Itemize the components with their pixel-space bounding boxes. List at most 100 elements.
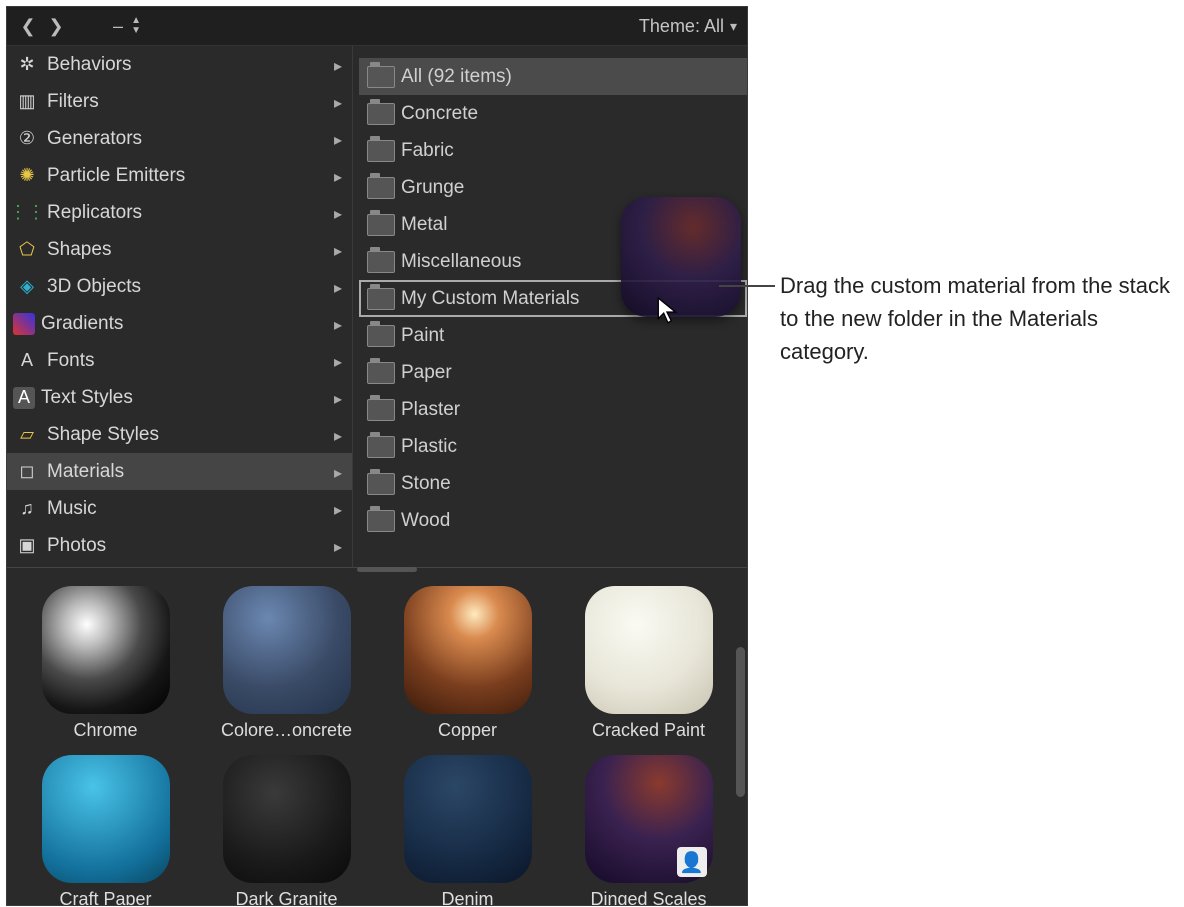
subfolder-label: Metal: [401, 214, 447, 236]
particle-icon: ✺: [13, 163, 41, 189]
material-cell-dark-granite[interactable]: Dark Granite: [206, 755, 367, 906]
category-item-3d-objects[interactable]: ◈3D Objects▸: [7, 268, 352, 305]
theme-dropdown[interactable]: Theme: All ▾: [639, 16, 737, 37]
category-item-particle-emitters[interactable]: ✺ Particle Emitters ▸: [7, 157, 352, 194]
material-label: Colore…oncrete: [221, 720, 352, 741]
material-cell-dinged-scales[interactable]: 👤 Dinged Scales: [568, 755, 729, 906]
category-item-fonts[interactable]: AFonts▸: [7, 342, 352, 379]
chevron-right-icon: ▸: [334, 241, 342, 261]
chevron-right-icon: ▸: [334, 463, 342, 483]
annotation-leader-line: [719, 285, 775, 287]
material-thumbnail: [404, 586, 532, 714]
folder-icon: [367, 103, 395, 125]
chevron-right-icon: ▸: [334, 167, 342, 187]
subfolder-item-paint[interactable]: Paint: [359, 317, 747, 354]
category-label: Replicators: [47, 202, 142, 224]
material-cell-craft-paper[interactable]: Craft Paper: [25, 755, 186, 906]
category-item-materials[interactable]: ◻ Materials ▸: [7, 453, 352, 490]
category-item-shapes[interactable]: ⬠ Shapes ▸: [7, 231, 352, 268]
material-label: Denim: [441, 889, 493, 906]
text-styles-icon: A: [13, 387, 35, 409]
category-column: ✲Behaviors▸ ▥Filters▸ ②Generators▸ ✺Part…: [7, 46, 353, 567]
material-thumbnail: 👤: [585, 755, 713, 883]
chevron-right-icon: ▸: [334, 93, 342, 113]
category-item-generators[interactable]: ②Generators▸: [7, 120, 352, 157]
folder-icon: [367, 436, 395, 458]
music-icon: ♫: [13, 496, 41, 522]
materials-icon: ◻: [13, 459, 41, 485]
material-thumbnail: [585, 586, 713, 714]
material-thumbnail: [42, 586, 170, 714]
subfolder-item-stone[interactable]: Stone: [359, 465, 747, 502]
subfolder-item-paper[interactable]: Paper: [359, 354, 747, 391]
path-stepper-icon[interactable]: ▲▼: [129, 16, 143, 36]
subfolder-item-all[interactable]: All (92 items): [359, 58, 747, 95]
chevron-right-icon: ▸: [334, 352, 342, 372]
subfolder-label: Miscellaneous: [401, 251, 521, 273]
chevron-right-icon: ▸: [334, 204, 342, 224]
subfolder-item-plastic[interactable]: Plastic: [359, 428, 747, 465]
subfolder-label: Plastic: [401, 436, 457, 458]
chevron-right-icon: ▸: [334, 278, 342, 298]
folder-icon: [367, 473, 395, 495]
material-thumbnail: [42, 755, 170, 883]
category-label: Photos: [47, 535, 106, 557]
category-label: Materials: [47, 461, 124, 483]
category-label: Music: [47, 498, 97, 520]
generators-icon: ②: [13, 126, 41, 152]
category-item-filters[interactable]: ▥Filters▸: [7, 83, 352, 120]
replicators-icon: ⋮⋮: [13, 200, 41, 226]
subfolder-label: Wood: [401, 510, 450, 532]
subfolder-label: Plaster: [401, 399, 460, 421]
chevron-right-icon: ▸: [334, 315, 342, 335]
path-menu-button[interactable]: –: [113, 16, 123, 37]
shapes-icon: ⬠: [13, 237, 41, 263]
subfolder-item-plaster[interactable]: Plaster: [359, 391, 747, 428]
category-label: Shapes: [47, 239, 111, 261]
chevron-right-icon: ▸: [334, 56, 342, 76]
pane-resize-handle[interactable]: [357, 567, 417, 572]
category-item-text-styles[interactable]: AText Styles▸: [7, 379, 352, 416]
subfolder-label: Paper: [401, 362, 452, 384]
category-item-shape-styles[interactable]: ▱Shape Styles▸: [7, 416, 352, 453]
subfolder-item-wood[interactable]: Wood: [359, 502, 747, 539]
category-label: Particle Emitters: [47, 165, 185, 187]
material-thumbnail: [223, 755, 351, 883]
category-label: Gradients: [41, 313, 123, 335]
category-item-music[interactable]: ♫ Music ▸: [7, 490, 352, 527]
subfolder-item-concrete[interactable]: Concrete: [359, 95, 747, 132]
folder-icon: [367, 140, 395, 162]
material-label: Cracked Paint: [592, 720, 705, 741]
category-item-photos[interactable]: ▣Photos▸: [7, 527, 352, 564]
material-cell-cracked-paint[interactable]: Cracked Paint: [568, 586, 729, 741]
material-label: Craft Paper: [59, 889, 151, 906]
chevron-right-icon: ▸: [334, 426, 342, 446]
shape-styles-icon: ▱: [13, 422, 41, 448]
folder-icon: [367, 362, 395, 384]
category-label: Behaviors: [47, 54, 132, 76]
scrollbar[interactable]: [736, 647, 745, 797]
material-cell-colored-concrete[interactable]: Colore…oncrete: [206, 586, 367, 741]
folder-icon: [367, 399, 395, 421]
material-cell-copper[interactable]: Copper: [387, 586, 548, 741]
material-label: Dinged Scales: [590, 889, 706, 906]
category-item-gradients[interactable]: Gradients ▸: [7, 305, 352, 342]
forward-button[interactable]: ❯: [45, 15, 67, 37]
folder-icon: [367, 177, 395, 199]
chevron-right-icon: ▸: [334, 500, 342, 520]
annotation-text: Drag the custom material from the stack …: [780, 269, 1180, 368]
material-cell-chrome[interactable]: Chrome: [25, 586, 186, 741]
material-label: Chrome: [73, 720, 137, 741]
subfolder-item-fabric[interactable]: Fabric: [359, 132, 747, 169]
category-item-behaviors[interactable]: ✲Behaviors▸: [7, 46, 352, 83]
category-label: Filters: [47, 91, 99, 113]
back-button[interactable]: ❮: [17, 15, 39, 37]
subfolder-label: Concrete: [401, 103, 478, 125]
category-item-replicators[interactable]: ⋮⋮ Replicators ▸: [7, 194, 352, 231]
cursor-icon: [657, 297, 679, 325]
material-cell-denim[interactable]: Denim: [387, 755, 548, 906]
folder-icon: [367, 66, 395, 88]
fonts-icon: A: [13, 348, 41, 374]
folder-icon: [367, 251, 395, 273]
subfolder-label: All (92 items): [401, 66, 512, 88]
